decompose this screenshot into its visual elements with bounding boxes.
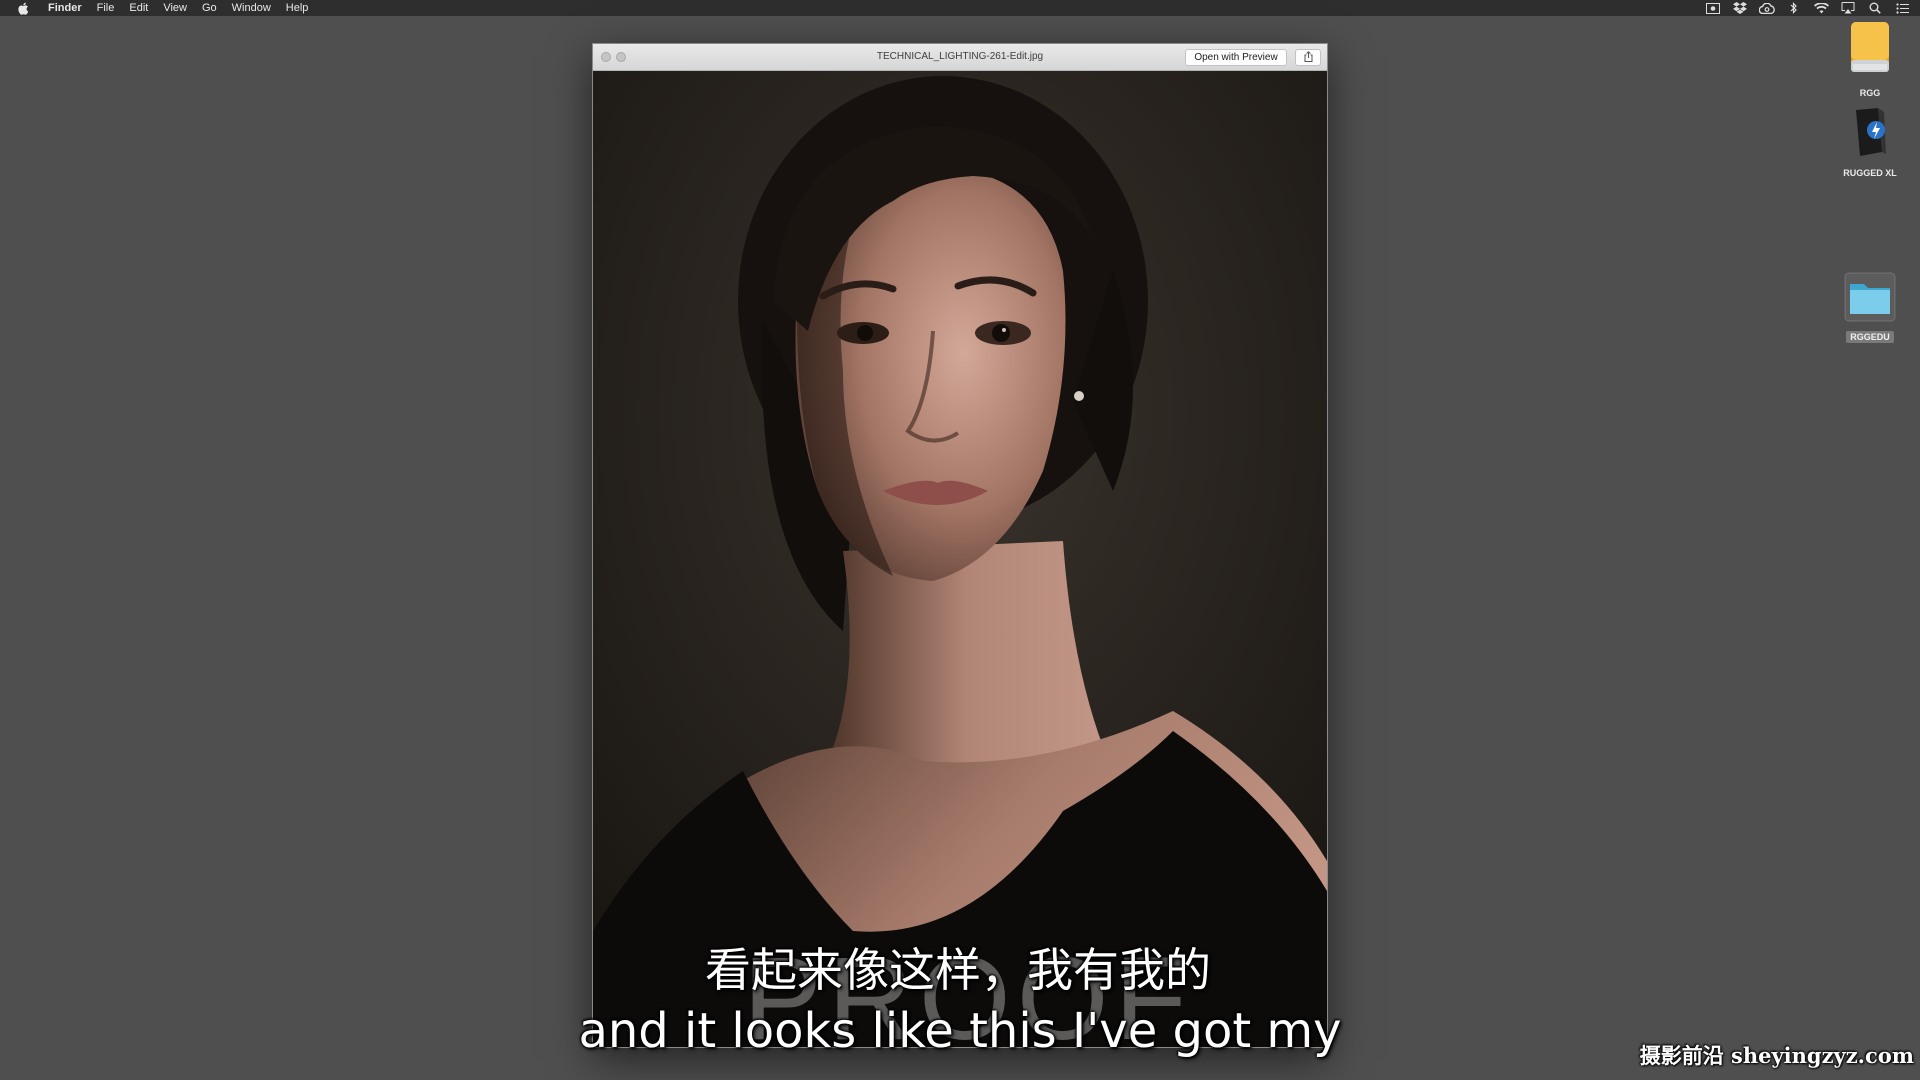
folder-icon (1844, 272, 1896, 326)
subtitle-chinese: 看起来像这样，我有我的 (705, 943, 1211, 997)
menu-go[interactable]: Go (202, 0, 217, 16)
menu-bar: Finder File Edit View Go Window Help (0, 0, 1920, 16)
menu-view[interactable]: View (163, 0, 187, 16)
desktop-label-rugged-xl: RUGGED XL (1843, 168, 1897, 178)
desktop-item-rgg[interactable]: RGG (1830, 20, 1910, 101)
quicklook-titlebar[interactable]: TECHNICAL_LIGHTING-261-Edit.jpg Open wit… (593, 44, 1327, 71)
apple-icon[interactable] (16, 1, 30, 15)
menu-file[interactable]: File (97, 0, 115, 16)
bluetooth-icon[interactable] (1786, 2, 1802, 14)
menu-app-name[interactable]: Finder (48, 0, 82, 16)
open-with-preview-button[interactable]: Open with Preview (1185, 49, 1287, 66)
screen-record-icon[interactable] (1705, 2, 1721, 14)
portrait-photo: PROOF (593, 71, 1327, 1047)
desktop-item-rggedu[interactable]: RGGEDU (1830, 272, 1910, 345)
spotlight-search-icon[interactable] (1867, 2, 1883, 14)
menu-help[interactable]: Help (286, 0, 309, 16)
share-icon (1304, 49, 1313, 67)
site-watermark: 摄影前沿 sheyingzyz.com (1639, 1043, 1914, 1068)
share-button[interactable] (1295, 49, 1321, 66)
creative-cloud-icon[interactable] (1759, 2, 1775, 14)
quicklook-window: TECHNICAL_LIGHTING-261-Edit.jpg Open wit… (592, 43, 1328, 1048)
desktop-label-rggedu: RGGEDU (1846, 331, 1894, 343)
thunderbolt-drive-icon (1848, 108, 1892, 162)
status-area (1705, 0, 1910, 16)
menu-edit[interactable]: Edit (129, 0, 148, 16)
dropbox-icon[interactable] (1732, 2, 1748, 14)
airplay-icon[interactable] (1840, 2, 1856, 14)
subtitle-english: and it looks like this I've got my (578, 1003, 1342, 1059)
desktop-item-rugged-xl[interactable]: RUGGED XL (1830, 106, 1910, 181)
menu-window[interactable]: Window (232, 0, 271, 16)
desktop-label-rgg: RGG (1859, 88, 1881, 98)
notification-center-icon[interactable] (1894, 2, 1910, 14)
external-drive-icon (1847, 22, 1893, 82)
wifi-icon[interactable] (1813, 2, 1829, 14)
